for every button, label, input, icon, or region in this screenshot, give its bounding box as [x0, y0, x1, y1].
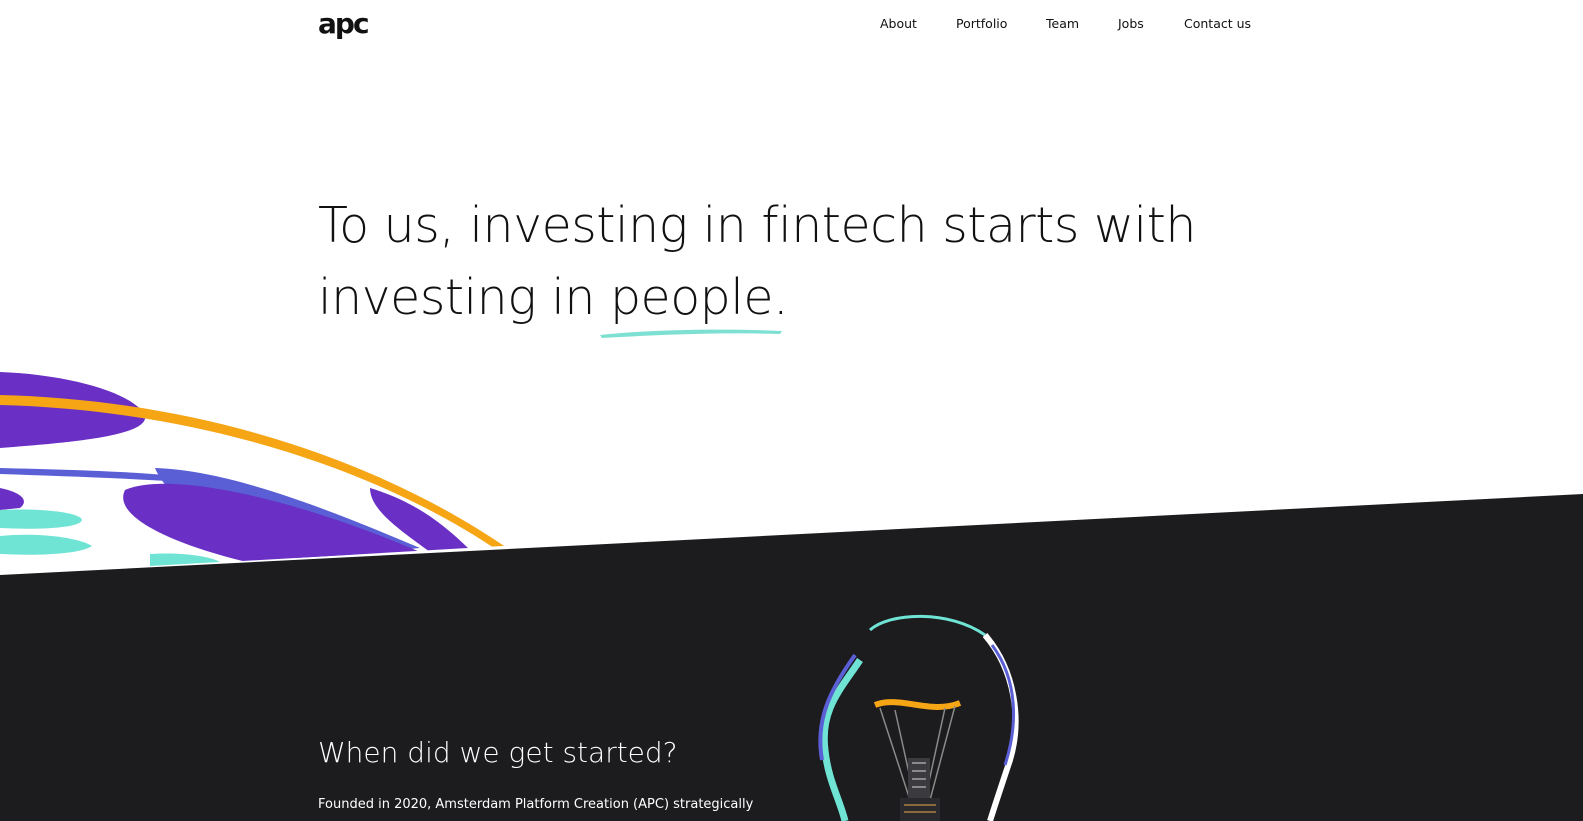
nav-about[interactable]: About [880, 15, 917, 33]
brush-underline-icon [599, 329, 782, 338]
main-nav: About Portfolio Team Jobs Contact us [0, 15, 1583, 35]
section-text: Founded in 2020, Amsterdam Platform Crea… [318, 797, 754, 812]
site-header: apc About Portfolio Team Jobs Contact us [0, 0, 1583, 50]
hero-highlight-word: people [599, 262, 782, 338]
hero-heading: To us, investing in fintech starts with … [318, 190, 1218, 338]
section-title: When did we get started? [318, 736, 678, 769]
hero-line-2-suffix: . [773, 269, 789, 326]
nav-team[interactable]: Team [1046, 15, 1079, 33]
nav-contact-us[interactable]: Contact us [1184, 15, 1251, 33]
hero-highlight-text: people [609, 269, 774, 326]
nav-portfolio[interactable]: Portfolio [956, 15, 1007, 33]
lightbulb-icon [818, 614, 1019, 821]
hero-line-1: To us, investing in fintech starts with [318, 197, 1196, 254]
nav-jobs[interactable]: Jobs [1118, 15, 1144, 33]
hero-line-2-prefix: investing in [318, 269, 610, 326]
paint-stroke-illustration [0, 372, 510, 566]
